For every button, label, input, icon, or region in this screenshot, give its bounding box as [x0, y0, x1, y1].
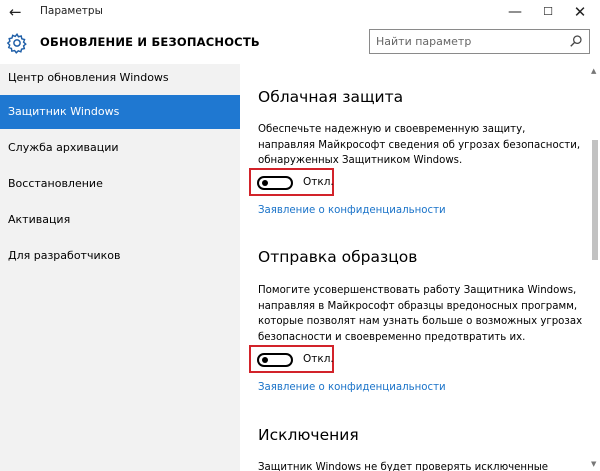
cloud-protection-heading: Облачная защита [258, 88, 404, 106]
close-button[interactable]: ✕ [566, 2, 594, 22]
sample-submission-toggle-label: Откл. [303, 353, 334, 365]
scrollbar[interactable] [589, 64, 599, 471]
scroll-down-icon[interactable]: ▼ [591, 460, 596, 468]
sidebar-item-backup[interactable]: Служба архивации [0, 131, 240, 165]
exclusions-description: Защитник Windows не будет проверять искл… [258, 462, 549, 471]
cloud-protection-toggle[interactable] [257, 176, 293, 190]
sidebar-item-activation[interactable]: Активация [0, 203, 240, 237]
page-header: ОБНОВЛЕНИЕ И БЕЗОПАСНОСТЬ [0, 24, 600, 64]
sample-submission-description: Помогите усовершенствовать работу Защитн… [258, 285, 583, 343]
toggle-knob [262, 180, 268, 186]
window-title: Параметры [40, 5, 103, 17]
scroll-up-icon[interactable]: ▲ [591, 67, 596, 75]
sidebar: Центр обновления Windows Защитник Window… [0, 64, 240, 471]
maximize-button[interactable]: ☐ [534, 2, 562, 22]
cloud-protection-description: Обеспечьте надежную и своевременную защи… [258, 124, 581, 166]
sample-submission-toggle[interactable] [257, 353, 293, 367]
gear-icon [6, 33, 27, 54]
toggle-knob [262, 357, 268, 363]
samples-privacy-statement-link[interactable]: Заявление о конфиденциальности [258, 382, 446, 393]
search-input[interactable] [376, 33, 561, 50]
minimize-button[interactable]: — [501, 2, 529, 22]
sample-submission-heading: Отправка образцов [258, 248, 418, 266]
sample-submission-toggle-highlight: Откл. [249, 345, 334, 373]
title-bar: ← Параметры — ☐ ✕ [0, 0, 600, 24]
sidebar-item-windows-update[interactable]: Центр обновления Windows [0, 61, 240, 95]
search-icon[interactable] [569, 34, 583, 48]
page-title: ОБНОВЛЕНИЕ И БЕЗОПАСНОСТЬ [40, 35, 260, 49]
cloud-protection-toggle-highlight: Откл. [249, 168, 334, 196]
sidebar-item-windows-defender[interactable]: Защитник Windows [0, 95, 240, 129]
sidebar-item-developers[interactable]: Для разработчиков [0, 239, 240, 273]
search-box[interactable] [369, 29, 590, 54]
exclusions-heading: Исключения [258, 426, 359, 444]
cloud-protection-toggle-label: Откл. [303, 176, 334, 188]
cloud-privacy-statement-link[interactable]: Заявление о конфиденциальности [258, 205, 446, 216]
scrollbar-thumb[interactable] [592, 140, 598, 260]
sidebar-item-recovery[interactable]: Восстановление [0, 167, 240, 201]
main-content: Облачная защита Обеспечьте надежную и св… [240, 64, 600, 471]
back-arrow-icon[interactable]: ← [9, 3, 22, 21]
